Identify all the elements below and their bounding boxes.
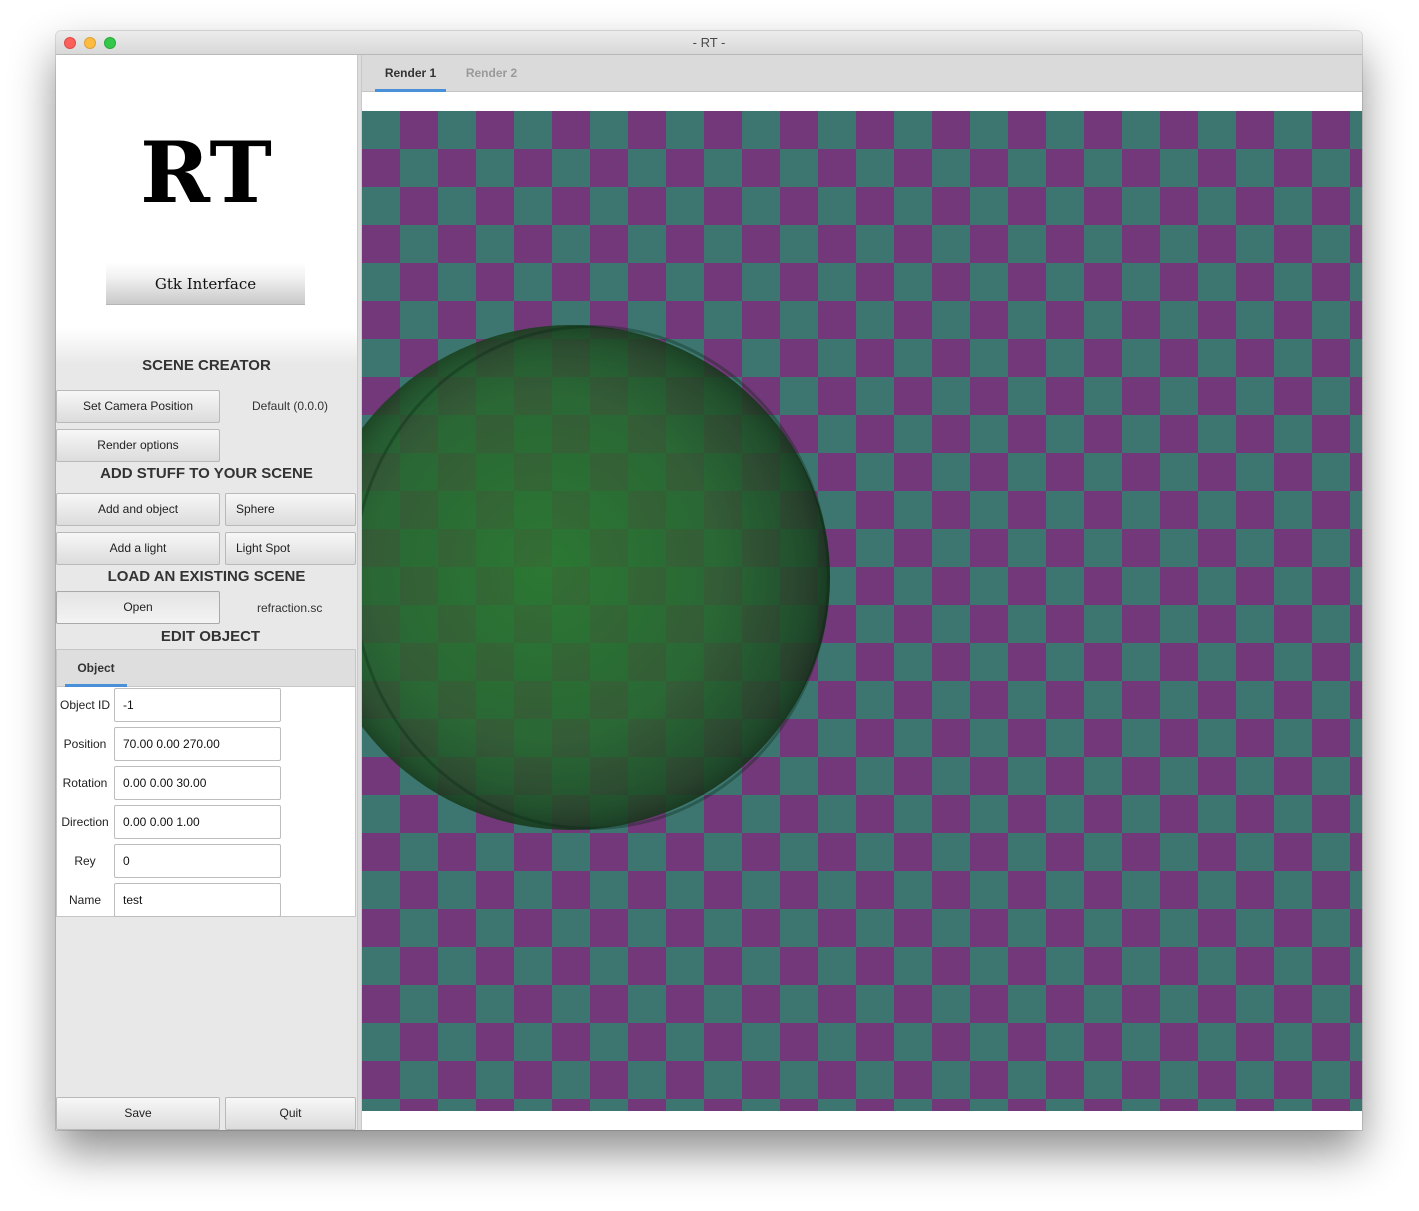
gtk-interface-label: Gtk Interface: [154, 275, 257, 293]
object-tab-bar: Object: [57, 650, 355, 687]
light-type-select[interactable]: Light Spot: [225, 532, 356, 565]
field-row-rotation: Rotation: [57, 766, 357, 800]
scene-file-name: refraction.sc: [257, 601, 323, 615]
add-stuff-title: ADD STUFF TO YOUR SCENE: [100, 465, 313, 482]
field-row-object-id: Object ID: [57, 688, 357, 722]
tab-render-1[interactable]: Render 1: [375, 55, 446, 92]
field-row-direction: Direction: [57, 805, 357, 839]
render-canvas: [362, 111, 1362, 1111]
add-light-button[interactable]: Add a light: [56, 532, 220, 565]
field-row-name: Name: [57, 883, 357, 917]
edit-object-panel: Object Object ID Position Rotation Direc…: [56, 649, 356, 917]
quit-button[interactable]: Quit: [225, 1097, 356, 1130]
sphere-refraction-rim: [362, 325, 830, 830]
rey-field[interactable]: [114, 844, 281, 878]
render-options-button[interactable]: Render options: [56, 429, 220, 462]
position-label: Position: [63, 737, 107, 751]
title-bar[interactable]: - RT -: [56, 31, 1362, 55]
object-id-field[interactable]: [114, 688, 281, 722]
set-camera-position-button[interactable]: Set Camera Position: [56, 390, 220, 423]
logo-area: RT Gtk Interface: [56, 55, 357, 365]
save-button[interactable]: Save: [56, 1097, 220, 1130]
render-area: Render 1 Render 2: [362, 55, 1362, 1130]
object-type-select[interactable]: Sphere: [225, 493, 356, 526]
gtk-interface-banner: Gtk Interface: [106, 262, 305, 305]
position-field[interactable]: [114, 727, 281, 761]
rey-label: Rey: [74, 854, 96, 868]
direction-field[interactable]: [114, 805, 281, 839]
app-logo: RT: [140, 123, 273, 222]
name-label: Name: [68, 893, 101, 907]
rotation-field[interactable]: [114, 766, 281, 800]
scene-creator-title: SCENE CREATOR: [142, 357, 271, 374]
sidebar: RT Gtk Interface SCENE CREATOR Set Camer…: [56, 55, 357, 1130]
rotation-label: Rotation: [62, 776, 108, 790]
load-scene-title: LOAD AN EXISTING SCENE: [107, 568, 306, 585]
app-window: - RT - RT Gtk Interface SCENE CREATOR Se…: [56, 31, 1362, 1130]
camera-position-value: Default (0.0.0): [252, 399, 329, 413]
direction-label: Direction: [61, 815, 109, 829]
object-id-label: Object ID: [59, 698, 110, 712]
edit-object-title: EDIT OBJECT: [160, 628, 261, 645]
tab-render-2[interactable]: Render 2: [456, 55, 527, 92]
tab-object[interactable]: Object: [65, 650, 127, 687]
open-scene-button[interactable]: Open: [56, 591, 220, 624]
render-tab-bar: Render 1 Render 2: [362, 55, 1362, 92]
add-object-button[interactable]: Add and object: [56, 493, 220, 526]
field-row-position: Position: [57, 727, 357, 761]
field-row-rey: Rey: [57, 844, 357, 878]
name-field[interactable]: [114, 883, 281, 917]
window-title: - RT -: [692, 35, 726, 50]
